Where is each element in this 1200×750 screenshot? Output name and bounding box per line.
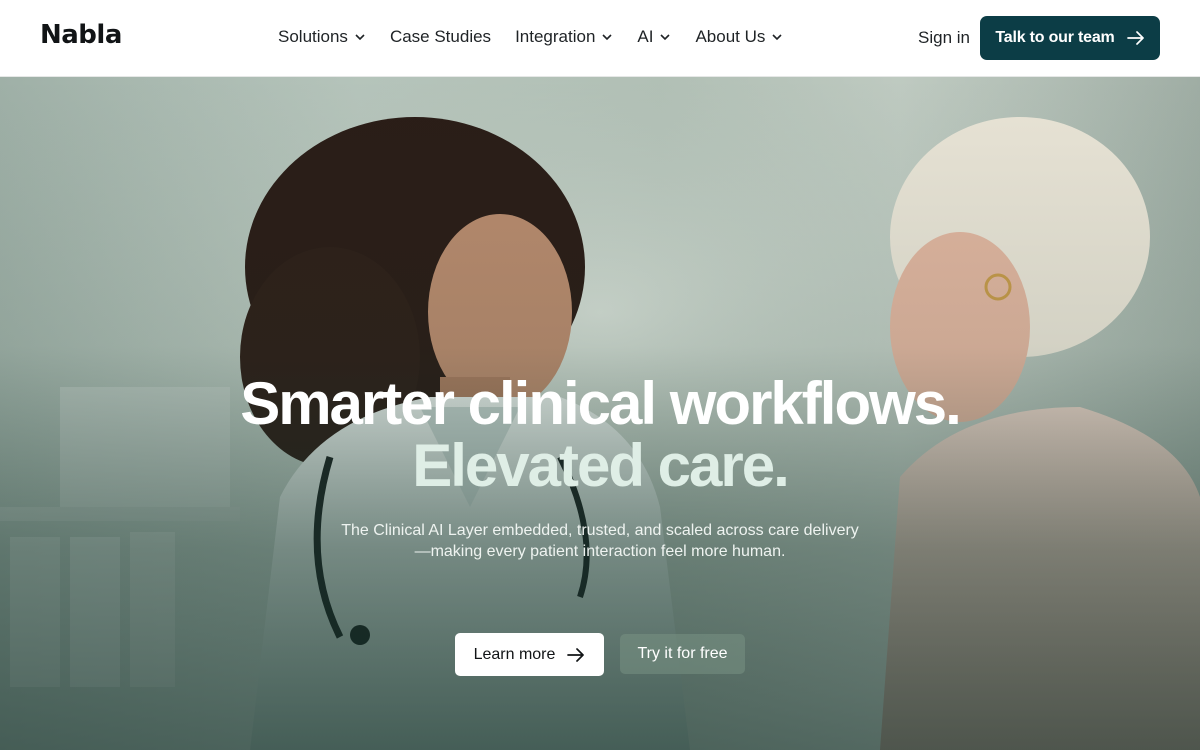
nav-item-label: AI bbox=[637, 27, 654, 46]
top-navbar: Nabla Solutions Case Studies Integration… bbox=[0, 0, 1200, 77]
nav-item-integration[interactable]: Integration bbox=[515, 27, 613, 47]
sign-in-link[interactable]: Sign in bbox=[918, 28, 970, 48]
talk-to-team-label: Talk to our team bbox=[995, 29, 1115, 46]
chevron-down-icon bbox=[355, 34, 365, 41]
subcopy-line-2: —making every patient interaction feel m… bbox=[414, 543, 786, 560]
arrow-right-icon bbox=[567, 647, 585, 662]
nav-item-label: Case Studies bbox=[389, 27, 492, 46]
hero-section: Smarter clinical workflows. Elevated car… bbox=[0, 77, 1200, 750]
talk-to-team-button[interactable]: Talk to our team bbox=[980, 16, 1160, 60]
chevron-down-icon bbox=[660, 34, 671, 41]
nav-item-label: About Us bbox=[695, 27, 766, 46]
nav-item-case-studies[interactable]: Case Studies bbox=[390, 27, 491, 47]
nav-item-solutions[interactable]: Solutions bbox=[278, 27, 366, 47]
nav-item-ai[interactable]: AI bbox=[637, 27, 671, 47]
learn-more-button[interactable]: Learn more bbox=[455, 633, 604, 676]
subcopy-line-1: The Clinical AI Layer embedded, trusted,… bbox=[341, 522, 859, 539]
nav-item-label: Solutions bbox=[278, 27, 348, 46]
headline-line-1: Smarter clinical workflows. bbox=[240, 370, 962, 437]
chevron-down-icon bbox=[772, 34, 782, 41]
nabla-logo[interactable]: Nabla bbox=[40, 20, 122, 50]
nav-item-label: Integration bbox=[515, 27, 596, 46]
learn-more-label: Learn more bbox=[473, 645, 556, 663]
headline-line-2: Elevated care. bbox=[412, 432, 790, 499]
try-it-free-label: Try it for free bbox=[637, 645, 728, 662]
arrow-right-icon bbox=[1126, 31, 1144, 45]
chevron-down-icon bbox=[602, 34, 612, 41]
nav-item-about-us[interactable]: About Us bbox=[695, 27, 783, 47]
hero-headline: Smarter clinical workflows. Elevated car… bbox=[0, 373, 1200, 497]
try-it-free-button[interactable]: Try it for free bbox=[620, 634, 745, 674]
main-nav: Solutions Case Studies Integration AI Ab… bbox=[278, 27, 783, 47]
hero-subcopy: The Clinical AI Layer embedded, trusted,… bbox=[300, 520, 900, 562]
